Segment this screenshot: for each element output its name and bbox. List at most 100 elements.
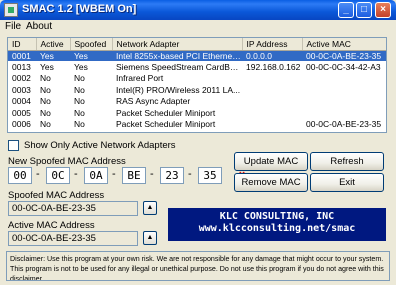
update-mac-button[interactable]: Update MAC — [234, 152, 308, 171]
adapter-cell-spoofed: No — [74, 96, 85, 107]
adapter-cell-adapter: RAS Async Adapter — [116, 96, 191, 107]
adapter-list-header: ID Active Spoofed Network Adapter IP Address… — [8, 38, 386, 51]
adapter-cell-id: 0001 — [8, 50, 36, 62]
adapter-row[interactable]: 0005 No No Packet Scheduler Miniport — [8, 107, 386, 118]
active-mac-field: 00-0C-0A-BE-23-35 — [8, 231, 138, 246]
column-header[interactable]: Network Adapter — [112, 38, 243, 51]
adapter-cell-adapter: Siemens SpeedStream CardBus ... — [116, 62, 242, 73]
adapter-cell-ip — [242, 130, 302, 132]
adapter-cell-adapter: Infrared Port — [116, 73, 164, 84]
show-only-active-checkbox[interactable] — [8, 140, 19, 151]
mac-octet-2[interactable]: 0C — [46, 167, 70, 184]
menu-bar: File About — [0, 20, 396, 34]
mac-octet-5[interactable]: 23 — [160, 167, 184, 184]
mac-octet-3[interactable]: 0A — [84, 167, 108, 184]
adapter-cell-adapter: WAN Miniport (L2TP) — [112, 130, 242, 132]
adapter-cell-ip — [242, 73, 302, 84]
refresh-button[interactable]: Refresh — [310, 152, 384, 171]
adapter-cell-mac — [302, 96, 386, 107]
adapter-cell-id: 0005 — [12, 107, 31, 118]
mac-octet-1[interactable]: 00 — [8, 167, 32, 184]
adapter-cell-spoofed: No — [74, 119, 85, 130]
adapter-cell-active: No — [40, 119, 51, 130]
adapter-cell-mac — [302, 107, 386, 118]
adapter-cell-active: No — [40, 73, 51, 84]
copy-spoofed-mac-button[interactable]: ▲ — [143, 201, 157, 215]
adapter-cell-active: No — [40, 84, 51, 95]
new-mac-label: New Spoofed MAC Address — [8, 156, 126, 167]
adapter-row[interactable]: 0004 No No RAS Async Adapter — [8, 96, 386, 107]
adapter-cell-id: 0007 — [8, 130, 36, 132]
adapter-cell-adapter: Intel 8255x-based PCI Ethernet ... — [112, 50, 242, 62]
column-header[interactable]: Spoofed — [70, 38, 113, 51]
adapter-cell-spoofed: No — [74, 84, 85, 95]
title-bar: SMAC 1.2 [WBEM On] _ □ × — [0, 0, 396, 20]
adapter-cell-ip: 0.0.0.0 — [242, 50, 302, 62]
adapter-cell-active: No — [40, 96, 51, 107]
close-button[interactable]: × — [375, 2, 391, 18]
banner-company: KLC CONSULTING, INC — [219, 211, 335, 222]
mac-separator: - — [188, 168, 192, 180]
mac-separator: - — [36, 168, 40, 180]
adapter-cell-id: 0013 — [12, 62, 31, 73]
adapter-cell-id: 0004 — [12, 96, 31, 107]
maximize-button[interactable]: □ — [356, 2, 372, 18]
spoofed-mac-label: Spoofed MAC Address — [8, 190, 105, 201]
adapter-cell-mac: 00-0C-0A-BE-23-35 — [306, 119, 382, 130]
adapter-cell-mac — [302, 73, 386, 84]
adapter-cell-spoofed: Yes — [70, 50, 112, 62]
menu-about[interactable]: About — [26, 21, 52, 32]
adapter-cell-adapter: Packet Scheduler Miniport — [116, 119, 216, 130]
column-header[interactable]: Active — [36, 38, 71, 51]
adapter-cell-mac — [302, 130, 386, 132]
adapter-cell-ip — [242, 118, 302, 129]
adapter-cell-ip — [242, 96, 302, 107]
copy-active-mac-button[interactable]: ▲ — [143, 231, 157, 245]
adapter-cell-mac — [302, 84, 386, 95]
adapter-row[interactable]: 0013 Yes Yes Siemens SpeedStream CardBus ..… — [8, 61, 386, 73]
column-header[interactable]: Active MAC — [302, 38, 386, 51]
adapter-row[interactable]: 0006 No No Packet Scheduler Miniport 00-0C-0… — [8, 118, 386, 130]
adapter-cell-spoofed: No — [74, 107, 85, 118]
adapter-cell-mac: 00-0C-0A-BE-23-35 — [302, 50, 386, 62]
adapter-cell-active: No — [40, 107, 51, 118]
mac-octet-4[interactable]: BE — [122, 167, 146, 184]
adapter-cell-ip: 192.168.0.162 — [246, 62, 301, 73]
mac-separator: - — [112, 168, 116, 180]
column-header[interactable]: ID — [8, 38, 37, 51]
adapter-cell-adapter: Packet Scheduler Miniport — [116, 107, 216, 118]
adapter-cell-id: 0006 — [12, 119, 31, 130]
adapter-cell-id: 0003 — [12, 84, 31, 95]
active-mac-label: Active MAC Address — [8, 220, 95, 231]
adapter-cell-id: 0002 — [12, 73, 31, 84]
mac-octet-6[interactable]: 35 — [198, 167, 222, 184]
adapter-cell-spoofed: No — [70, 130, 112, 132]
mac-separator: - — [74, 168, 78, 180]
remove-mac-button[interactable]: Remove MAC — [234, 173, 308, 192]
adapter-row[interactable]: 0002 No No Infrared Port — [8, 73, 386, 84]
adapter-cell-active: Yes — [40, 62, 54, 73]
disclaimer-text: Disclaimer: Use this program at your own… — [6, 251, 390, 281]
column-header[interactable]: IP Address — [242, 38, 303, 51]
mac-separator: - — [150, 168, 154, 180]
adapter-list[interactable]: ID Active Spoofed Network Adapter IP Address… — [7, 37, 387, 133]
company-banner[interactable]: KLC CONSULTING, INC www.klcconsulting.ne… — [168, 208, 386, 241]
menu-file[interactable]: File — [5, 21, 21, 32]
window-title: SMAC 1.2 [WBEM On] — [22, 3, 137, 15]
minimize-button[interactable]: _ — [338, 2, 354, 18]
app-icon[interactable] — [4, 3, 18, 17]
exit-button[interactable]: Exit — [310, 173, 384, 192]
spoofed-mac-field: 00-0C-0A-BE-23-35 — [8, 201, 138, 216]
adapter-cell-adapter: Intel(R) PRO/Wireless 2011 LA... — [116, 84, 241, 95]
adapter-row[interactable]: 0001 Yes Yes Intel 8255x-based PCI Ethernet… — [8, 50, 386, 62]
adapter-cell-ip — [242, 84, 302, 95]
adapter-row[interactable]: 0007NoNoWAN Miniport (L2TP) — [8, 130, 386, 132]
adapter-cell-spoofed: Yes — [74, 62, 88, 73]
adapter-cell-active: No — [36, 130, 70, 132]
adapter-row[interactable]: 0003 No No Intel(R) PRO/Wireless 2011 LA... — [8, 84, 386, 95]
adapter-cell-active: Yes — [36, 50, 70, 62]
adapter-cell-mac: 00-0C-0C-34-42-A3 — [306, 62, 381, 73]
banner-url: www.klcconsulting.net/smac — [198, 223, 356, 234]
adapter-cell-ip — [242, 107, 302, 118]
show-only-active-label: Show Only Active Network Adapters — [24, 140, 176, 151]
